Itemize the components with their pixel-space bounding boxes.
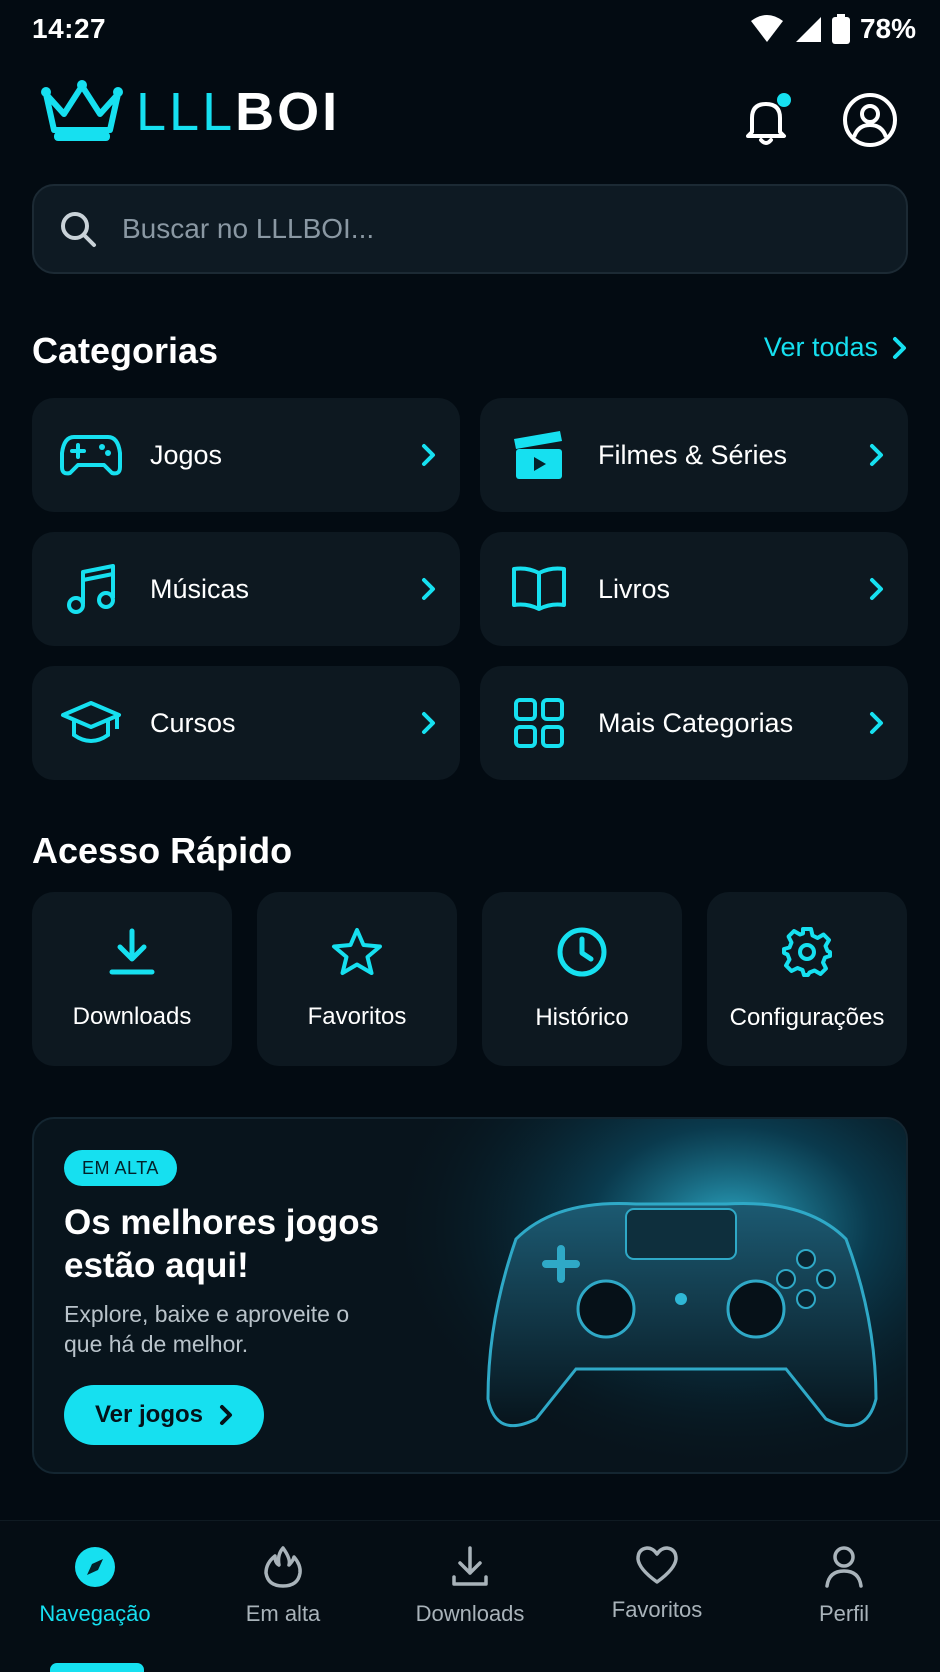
gear-icon xyxy=(782,927,832,977)
status-time: 14:27 xyxy=(32,13,107,44)
notification-dot xyxy=(777,93,791,107)
logo-text: LLLBOI xyxy=(136,85,340,139)
battery-icon xyxy=(831,14,850,44)
clock-icon xyxy=(557,927,607,977)
category-label: Mais Categorias xyxy=(598,707,794,738)
bottom-navigation: Navegação Em alta Downloads Favoritos Pe… xyxy=(0,1520,940,1672)
chevron-right-icon xyxy=(870,712,883,734)
promo-banner[interactable]: EM ALTA Os melhores jogos estão aqui! Ex… xyxy=(32,1117,908,1474)
heart-icon xyxy=(636,1546,678,1584)
nav-label: Downloads xyxy=(415,1601,525,1626)
category-filmes-series[interactable]: Filmes & Séries xyxy=(480,398,908,512)
quick-access-row: Downloads Favoritos Histórico Configuraç… xyxy=(32,892,908,1066)
nav-downloads[interactable]: Downloads xyxy=(390,1545,550,1627)
see-games-label: Ver jogos xyxy=(94,1401,204,1428)
categories-title: Categorias xyxy=(32,330,219,371)
category-label: Livros xyxy=(598,573,671,604)
nav-favoritos[interactable]: Favoritos xyxy=(577,1545,737,1623)
grid-icon xyxy=(514,698,564,748)
logo-text-part2: BOI xyxy=(235,82,341,142)
nav-label: Perfil xyxy=(818,1601,870,1626)
music-note-icon xyxy=(67,564,115,614)
status-bar: 14:27 78% xyxy=(0,0,940,60)
quick-downloads[interactable]: Downloads xyxy=(32,892,232,1066)
gamepad-artwork xyxy=(406,1119,906,1472)
status-icons: 78% xyxy=(750,13,916,45)
quick-label: Favoritos xyxy=(307,1003,407,1030)
search-bar[interactable] xyxy=(32,184,908,274)
gamepad-icon xyxy=(60,435,122,476)
app-header: LLLBOI xyxy=(0,72,940,162)
promo-subtitle: Explore, baixe e aproveite o que há de m… xyxy=(64,1301,350,1357)
category-label: Jogos xyxy=(150,439,223,470)
quick-label: Histórico xyxy=(535,1004,629,1031)
chevron-right-icon xyxy=(220,1405,233,1425)
nav-em-alta[interactable]: Em alta xyxy=(203,1545,363,1627)
chevron-right-icon xyxy=(422,712,435,734)
quick-label: Configurações xyxy=(729,1004,885,1031)
nav-perfil[interactable]: Perfil xyxy=(764,1545,924,1627)
chevron-right-icon xyxy=(870,444,883,466)
nav-navegacao[interactable]: Navegação xyxy=(15,1545,175,1627)
quick-access-title: Acesso Rápido xyxy=(32,830,293,871)
download-icon xyxy=(109,928,155,975)
category-musicas[interactable]: Músicas xyxy=(32,532,460,646)
search-input[interactable] xyxy=(122,213,842,245)
category-mais-categorias[interactable]: Mais Categorias xyxy=(480,666,908,780)
quick-favoritos[interactable]: Favoritos xyxy=(257,892,457,1066)
promo-title: Os melhores jogos estão aqui! xyxy=(64,1203,380,1285)
cellular-signal-icon xyxy=(795,17,821,42)
clapperboard-icon xyxy=(514,431,562,479)
category-label: Músicas xyxy=(150,573,250,604)
person-icon xyxy=(825,1546,863,1588)
nav-label: Favoritos xyxy=(611,1597,703,1622)
star-icon xyxy=(332,928,382,975)
see-all-label: Ver todas xyxy=(763,332,878,362)
logo-text-part1: LLL xyxy=(136,82,236,142)
app-logo[interactable]: LLLBOI xyxy=(40,80,340,144)
crown-icon xyxy=(41,80,123,141)
bell-icon xyxy=(746,93,791,145)
quick-label: Downloads xyxy=(72,1003,192,1030)
battery-percent: 78% xyxy=(859,13,916,44)
chevron-right-icon xyxy=(422,444,435,466)
chevron-right-icon xyxy=(422,578,435,600)
quick-historico[interactable]: Histórico xyxy=(482,892,682,1066)
chevron-right-icon xyxy=(870,578,883,600)
category-cursos[interactable]: Cursos xyxy=(32,666,460,780)
category-label: Filmes & Séries xyxy=(598,439,788,470)
trending-badge: EM ALTA xyxy=(64,1150,177,1186)
see-games-button[interactable]: Ver jogos xyxy=(64,1385,264,1445)
download-icon xyxy=(452,1546,488,1586)
notifications-button[interactable] xyxy=(742,92,794,148)
book-icon xyxy=(512,566,566,611)
wifi-icon xyxy=(750,15,783,42)
flame-icon xyxy=(264,1546,302,1588)
category-jogos[interactable]: Jogos xyxy=(32,398,460,512)
graduation-cap-icon xyxy=(61,701,121,743)
compass-icon xyxy=(75,1547,115,1587)
active-tab-indicator xyxy=(50,1663,144,1672)
search-icon xyxy=(61,212,96,247)
categories-grid: Jogos Filmes & Séries Músicas Livros Cur… xyxy=(32,398,908,780)
category-label: Cursos xyxy=(150,707,236,738)
category-livros[interactable]: Livros xyxy=(480,532,908,646)
quick-configuracoes[interactable]: Configurações xyxy=(707,892,907,1066)
see-all-link[interactable]: Ver todas xyxy=(764,332,908,363)
nav-label: Em alta xyxy=(245,1601,321,1626)
user-circle-icon xyxy=(843,93,897,147)
chevron-right-icon xyxy=(893,336,906,359)
profile-button[interactable] xyxy=(842,92,898,148)
nav-label: Navegação xyxy=(39,1601,151,1626)
